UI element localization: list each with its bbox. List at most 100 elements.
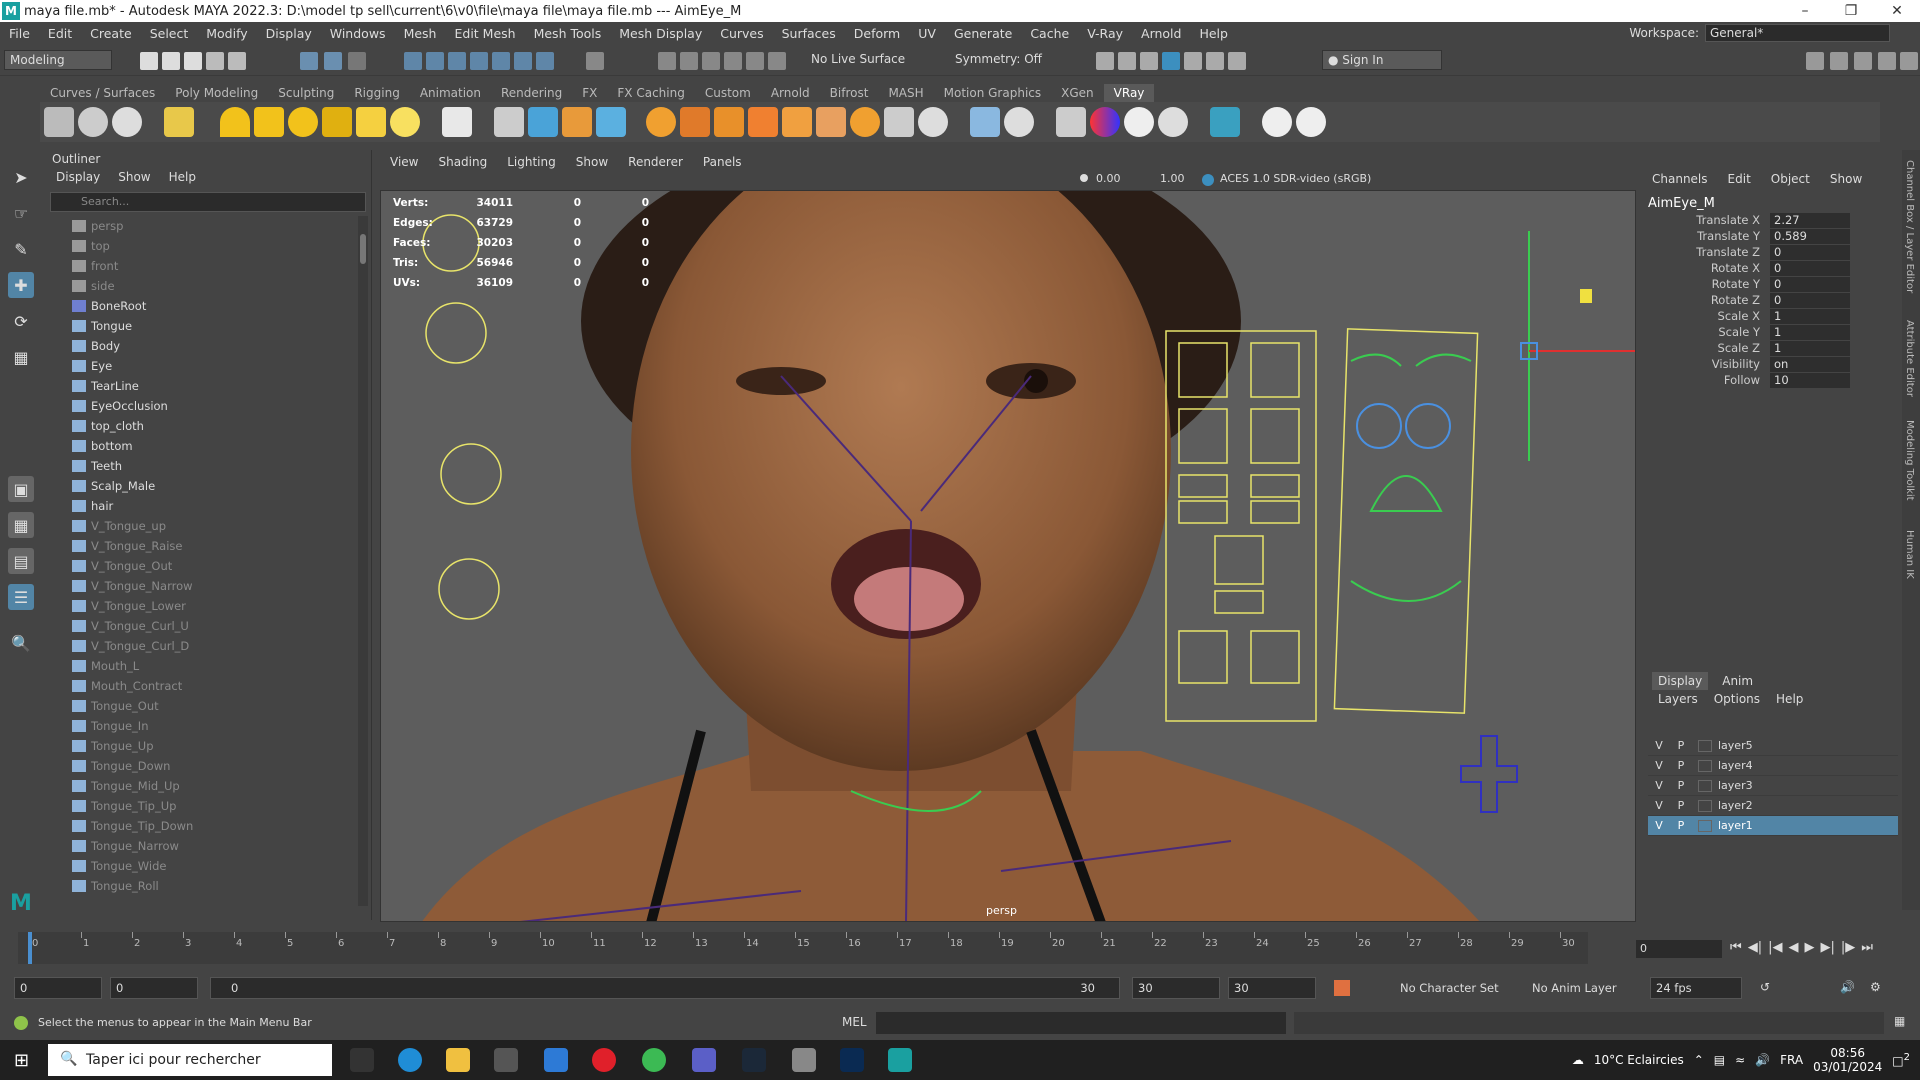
menu-set-dropdown[interactable]: Modeling: [4, 50, 112, 70]
outliner-layout-icon[interactable]: ☰: [8, 584, 34, 610]
vray-material-icon[interactable]: [164, 107, 194, 137]
wifi-icon[interactable]: ≈: [1735, 1053, 1745, 1067]
channel-attribute-name[interactable]: Translate X: [1640, 213, 1770, 227]
outliner-item[interactable]: V_Tongue_up: [42, 516, 358, 536]
sign-in-button[interactable]: ● Sign In: [1322, 50, 1442, 70]
channel-menu-edit[interactable]: Edit: [1728, 172, 1751, 186]
paint-select-icon[interactable]: ✎: [8, 236, 34, 262]
channel-attribute-row[interactable]: Scale Y1: [1640, 324, 1896, 340]
channel-attribute-name[interactable]: Rotate X: [1640, 261, 1770, 275]
camera-icon[interactable]: [1162, 52, 1180, 70]
channel-attribute-row[interactable]: Translate X 2.27: [1640, 212, 1896, 228]
snap-view-plane-icon[interactable]: [470, 52, 488, 70]
outliner-item[interactable]: Body: [42, 336, 358, 356]
wireframe-icon[interactable]: [1118, 52, 1136, 70]
shelf-tab-fx-caching[interactable]: FX Caching: [607, 84, 694, 102]
layer-visibility-toggle[interactable]: V: [1648, 779, 1670, 792]
cosmos-icon[interactable]: [1262, 107, 1292, 137]
step-forward-frame-icon[interactable]: ▶|: [1820, 940, 1834, 955]
channel-box-icon[interactable]: [1878, 52, 1896, 70]
shelf-tab-poly-modeling[interactable]: Poly Modeling: [165, 84, 268, 102]
viewport-menu-show[interactable]: Show: [566, 155, 618, 169]
volume-grid-icon[interactable]: [680, 107, 710, 137]
layer-row[interactable]: V Player3: [1648, 776, 1898, 796]
shelf-tab-custom[interactable]: Custom: [695, 84, 761, 102]
outliner-item[interactable]: Tongue_Down: [42, 756, 358, 776]
outliner-item[interactable]: V_Tongue_Curl_U: [42, 616, 358, 636]
render-icon[interactable]: [658, 52, 676, 70]
vray-vfb-icon[interactable]: [112, 107, 142, 137]
layer-menu-options[interactable]: Options: [1714, 692, 1760, 706]
layer-row[interactable]: V Player2: [1648, 796, 1898, 816]
outliner-item[interactable]: Tongue_Tip_Up: [42, 796, 358, 816]
single-perspective-icon[interactable]: ▣: [8, 476, 34, 502]
viewport-menu-view[interactable]: View: [380, 155, 428, 169]
side-tab-attribute-editor[interactable]: Attribute Editor: [1904, 320, 1915, 397]
outliner-item[interactable]: hair: [42, 496, 358, 516]
channel-attribute-name[interactable]: Translate Y: [1640, 229, 1770, 243]
outliner-item[interactable]: top: [42, 236, 358, 256]
menu-mesh-display[interactable]: Mesh Display: [610, 26, 711, 41]
menu-deform[interactable]: Deform: [845, 26, 909, 41]
layer-color-swatch[interactable]: [1698, 779, 1712, 792]
snap-surface-icon[interactable]: [492, 52, 510, 70]
channel-attribute-value[interactable]: 0: [1770, 276, 1850, 292]
scale-tool-icon[interactable]: ▦: [8, 344, 34, 370]
layer-name[interactable]: layer4: [1718, 759, 1753, 772]
menu-surfaces[interactable]: Surfaces: [773, 26, 845, 41]
layer-playback-toggle[interactable]: P: [1670, 739, 1692, 752]
playback-start-field[interactable]: 0: [110, 977, 198, 999]
outliner-item[interactable]: front: [42, 256, 358, 276]
outliner-item[interactable]: V_Tongue_Lower: [42, 596, 358, 616]
vray-ipr-icon[interactable]: [78, 107, 108, 137]
menu-cache[interactable]: Cache: [1021, 26, 1078, 41]
tools-icon[interactable]: [1206, 52, 1224, 70]
go-to-start-icon[interactable]: ⏮: [1730, 940, 1742, 955]
teams-icon[interactable]: [692, 1048, 716, 1072]
chrome-icon[interactable]: [642, 1048, 666, 1072]
sun-light-icon[interactable]: [390, 107, 420, 137]
maya-taskbar-icon[interactable]: [888, 1048, 912, 1072]
range-slider[interactable]: 0 30: [210, 977, 1120, 999]
layer-color-swatch[interactable]: [1698, 759, 1712, 772]
outliner-item[interactable]: TearLine: [42, 376, 358, 396]
volume-icon[interactable]: 🔊: [1755, 1053, 1770, 1067]
layer-name[interactable]: layer3: [1718, 779, 1753, 792]
exposure-field[interactable]: 0.00: [1096, 172, 1140, 185]
menu-select[interactable]: Select: [141, 26, 198, 41]
weather-text[interactable]: 10°C Eclaircies: [1594, 1053, 1684, 1067]
current-frame-field[interactable]: 0: [1636, 940, 1722, 958]
shelf-tab-bifrost[interactable]: Bifrost: [820, 84, 879, 102]
animation-end-field[interactable]: 30: [1228, 977, 1316, 999]
workspace-dropdown[interactable]: General*: [1705, 24, 1890, 42]
outliner-item[interactable]: Tongue_Narrow: [42, 836, 358, 856]
go-to-end-icon[interactable]: ⏭: [1861, 940, 1873, 955]
channel-attribute-name[interactable]: Rotate Y: [1640, 277, 1770, 291]
channel-attribute-value[interactable]: 10: [1770, 372, 1850, 388]
shelf-tab-motion-graphics[interactable]: Motion Graphics: [934, 84, 1052, 102]
outliner-item[interactable]: V_Tongue_Out: [42, 556, 358, 576]
select-tool-icon[interactable]: ➤: [8, 164, 34, 190]
lasso-tool-icon[interactable]: ☞: [8, 200, 34, 226]
layer-tab-display[interactable]: Display: [1652, 672, 1709, 690]
language-indicator[interactable]: FRA: [1780, 1053, 1803, 1067]
ball-icon[interactable]: [1004, 107, 1034, 137]
outliner-search-input[interactable]: Search...: [50, 192, 366, 212]
channel-attribute-name[interactable]: Scale X: [1640, 309, 1770, 323]
network-icon[interactable]: ▤: [1714, 1053, 1725, 1067]
outliner-item[interactable]: V_Tongue_Curl_D: [42, 636, 358, 656]
menu-arnold[interactable]: Arnold: [1132, 26, 1190, 41]
channel-attribute-value[interactable]: 2.27: [1770, 212, 1850, 228]
shelf-tab-sculpting[interactable]: Sculpting: [268, 84, 344, 102]
photoshop-icon[interactable]: [840, 1048, 864, 1072]
outliner-item[interactable]: side: [42, 276, 358, 296]
outliner-item[interactable]: EyeOcclusion: [42, 396, 358, 416]
sphere-light-icon[interactable]: [288, 107, 318, 137]
menu-generate[interactable]: Generate: [945, 26, 1021, 41]
playback-end-field[interactable]: 30: [1132, 977, 1220, 999]
gamma-field[interactable]: 1.00: [1160, 172, 1200, 185]
layout-icon[interactable]: [1210, 107, 1240, 137]
channel-menu-channels[interactable]: Channels: [1652, 172, 1708, 186]
pause-icon[interactable]: [1228, 52, 1246, 70]
channel-attribute-value[interactable]: 1: [1770, 308, 1850, 324]
